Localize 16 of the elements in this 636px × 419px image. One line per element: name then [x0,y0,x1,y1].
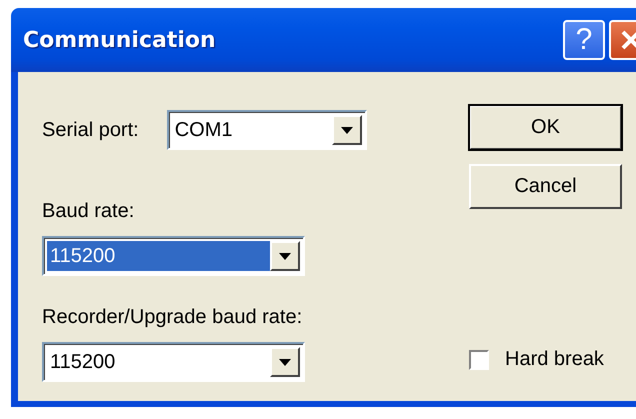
dialog-button[interactable]: OK [469,105,622,150]
caret-icon [279,252,291,260]
caret-icon [340,126,353,134]
caret-icon [279,358,291,366]
checkbox-label[interactable]: Hard break [505,348,604,371]
field-label: Recorder/Upgrade baud rate: [42,306,304,329]
field-label: Serial port: [42,118,139,142]
help-button[interactable]: ? [563,20,605,60]
dropdown[interactable]: 115200 [42,342,305,382]
dropdown[interactable]: COM1 [166,110,367,150]
window-title: Communication [23,28,217,52]
checkbox[interactable] [469,350,489,370]
field-label: Baud rate: [42,200,136,223]
dialog-button[interactable]: Cancel [469,164,622,209]
dropdown[interactable]: 115200 [42,236,305,276]
close-icon [620,29,636,51]
